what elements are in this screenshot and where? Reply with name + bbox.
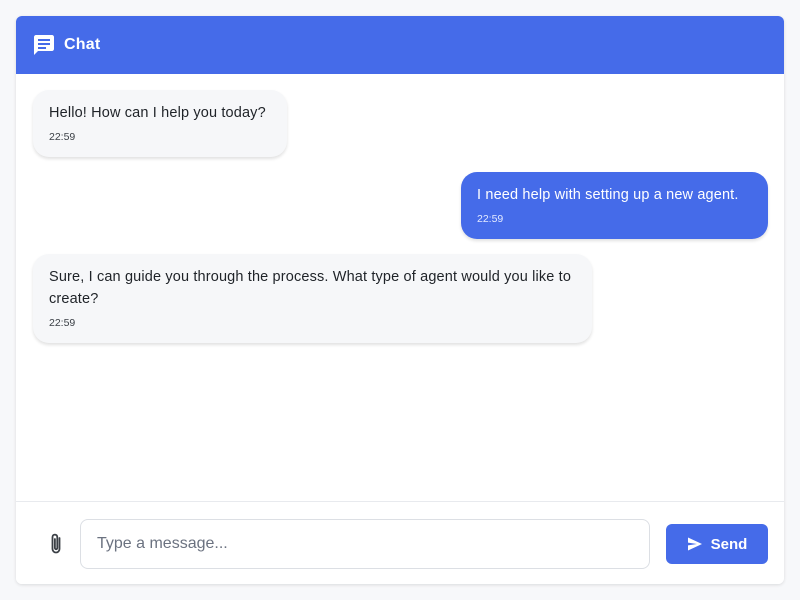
chat-title: Chat — [64, 36, 101, 53]
send-icon — [687, 536, 703, 552]
message-time: 22:59 — [477, 213, 504, 225]
message-time: 22:59 — [49, 317, 76, 329]
message-time: 22:59 — [49, 131, 76, 143]
message-bubble-user: I need help with setting up a new agent.… — [461, 172, 768, 239]
send-label: Send — [710, 535, 748, 553]
message-text: I need help with setting up a new agent. — [477, 187, 739, 203]
message-text: Hello! How can I help you today? — [49, 105, 266, 121]
chat-window: Chat Hello! How can I help you today? 22… — [16, 16, 784, 584]
send-button[interactable]: Send — [666, 524, 768, 564]
message-input[interactable] — [80, 519, 650, 569]
message-bubble-bot: Hello! How can I help you today? 22:59 — [33, 90, 287, 157]
chat-icon — [32, 33, 56, 57]
composer-bar: Send — [16, 501, 784, 584]
message-list: Hello! How can I help you today? 22:59 I… — [16, 74, 784, 501]
chat-header: Chat — [16, 16, 784, 74]
paperclip-icon[interactable] — [46, 532, 66, 556]
message-bubble-bot: Sure, I can guide you through the proces… — [33, 254, 592, 343]
message-text: Sure, I can guide you through the proces… — [49, 269, 572, 307]
